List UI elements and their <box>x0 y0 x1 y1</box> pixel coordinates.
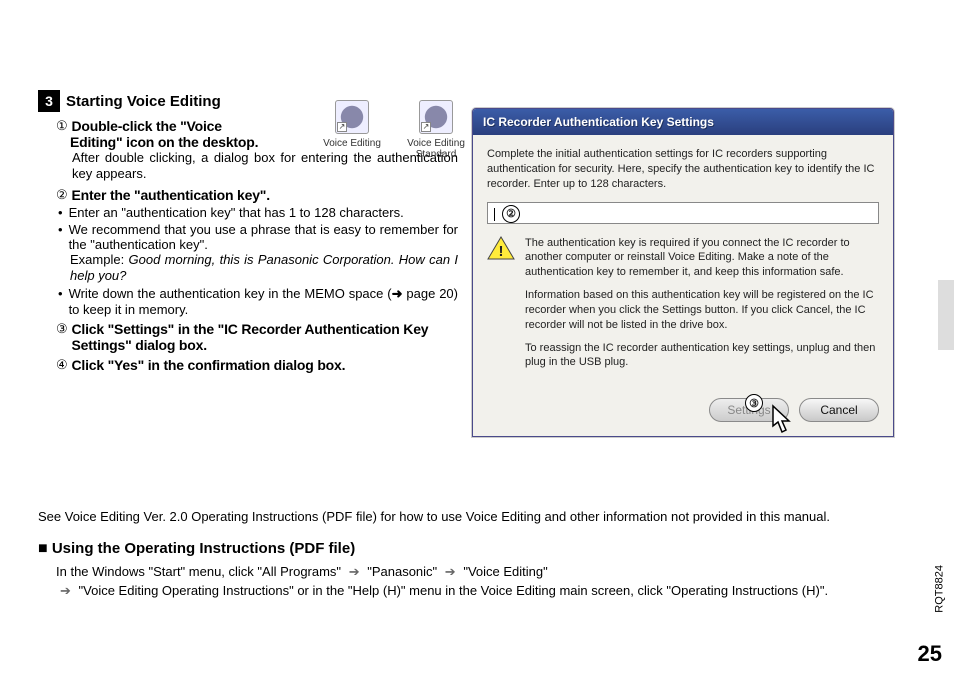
bottom-section: See Voice Editing Ver. 2.0 Operating Ins… <box>38 508 916 601</box>
warn-p2: Information based on this authentication… <box>525 288 879 333</box>
dialog-titlebar: IC Recorder Authentication Key Settings <box>473 109 893 135</box>
step-marker: ③ <box>56 321 67 353</box>
step-marker: ② <box>56 187 67 203</box>
step-2-bullet-3a: Write down the authentication key in the… <box>69 286 392 301</box>
auth-key-input[interactable]: ② <box>487 202 879 224</box>
step-marker: ① <box>56 118 67 134</box>
dialog-desc: Complete the initial authentication sett… <box>487 147 879 192</box>
arrow-icon: ➔ <box>349 564 360 579</box>
menu-path: In the Windows "Start" menu, click "All … <box>38 562 916 601</box>
side-tab <box>938 280 954 350</box>
step-4-head: Click "Yes" in the confirmation dialog b… <box>71 357 345 373</box>
step-2: ② Enter the "authentication key". • Ente… <box>56 187 458 318</box>
cancel-button[interactable]: Cancel <box>799 398 879 422</box>
pdf-heading: Using the Operating Instructions (PDF fi… <box>52 540 355 557</box>
voice-editing-standard-shortcut: ↗ Voice Editing Standard <box>401 100 471 160</box>
step-marker: ④ <box>56 357 67 373</box>
dialog-screenshot: IC Recorder Authentication Key Settings … <box>472 108 894 437</box>
dialog-warning-text: The authentication key is required if yo… <box>525 236 879 379</box>
section-number-box: 3 <box>38 90 60 112</box>
section-title: Starting Voice Editing <box>66 93 221 110</box>
flow-2: "Voice Editing Operating Instructions" o… <box>79 583 829 598</box>
flow-1c: "Voice Editing" <box>463 564 547 579</box>
app-icon: ↗ <box>419 100 453 134</box>
bullet-icon: • <box>58 286 63 317</box>
square-bullet-icon: ■ <box>38 540 48 557</box>
auth-key-dialog: IC Recorder Authentication Key Settings … <box>472 108 894 437</box>
desktop-icons: ↗ Voice Editing ↗ Voice Editing Standard <box>316 100 472 160</box>
step-1-head-line2: Editing" icon on the desktop. <box>70 134 258 150</box>
step-2-bullet-2: We recommend that you use a phrase that … <box>69 222 458 252</box>
warn-p1: The authentication key is required if yo… <box>525 236 879 281</box>
instruction-column: 3 Starting Voice Editing ① Double-click … <box>38 90 458 377</box>
step-2-head: Enter the "authentication key". <box>71 187 269 203</box>
arrow-icon: ➔ <box>60 583 71 598</box>
example-text: Good morning, this is Panasonic Corporat… <box>70 252 458 283</box>
step-1-head-line1: Double-click the "Voice <box>71 118 301 134</box>
example-label: Example: <box>70 252 124 267</box>
shortcut-arrow-icon: ↗ <box>337 122 347 132</box>
page-number: 25 <box>918 641 942 667</box>
callout-2: ② <box>502 205 520 223</box>
app-icon: ↗ <box>335 100 369 134</box>
shortcut-arrow-icon: ↗ <box>421 122 431 132</box>
step-4: ④ Click "Yes" in the confirmation dialog… <box>56 357 458 373</box>
doc-code: RQT8824 <box>934 565 946 613</box>
step-3: ③ Click "Settings" in the "IC Recorder A… <box>56 321 458 353</box>
bullet-icon: • <box>58 222 63 252</box>
arrow-icon: ➔ <box>445 564 456 579</box>
step-3-head: Click "Settings" in the "IC Recorder Aut… <box>71 321 458 353</box>
flow-1b: "Panasonic" <box>367 564 437 579</box>
step-2-bullet-1: Enter an "authentication key" that has 1… <box>69 205 458 220</box>
icon-label: Voice Editing <box>323 138 381 149</box>
flow-1a: In the Windows "Start" menu, click "All … <box>56 564 341 579</box>
text-cursor-icon <box>494 208 495 221</box>
svg-text:!: ! <box>499 243 504 260</box>
warn-p3: To reassign the IC recorder authenticati… <box>525 341 879 371</box>
voice-editing-shortcut: ↗ Voice Editing <box>317 100 387 160</box>
bullet-icon: • <box>58 205 63 220</box>
icon-label: Voice Editing Standard <box>401 138 471 160</box>
bottom-paragraph: See Voice Editing Ver. 2.0 Operating Ins… <box>38 508 916 526</box>
arrow-icon: ➜ <box>392 286 403 301</box>
warning-icon: ! <box>487 236 515 260</box>
